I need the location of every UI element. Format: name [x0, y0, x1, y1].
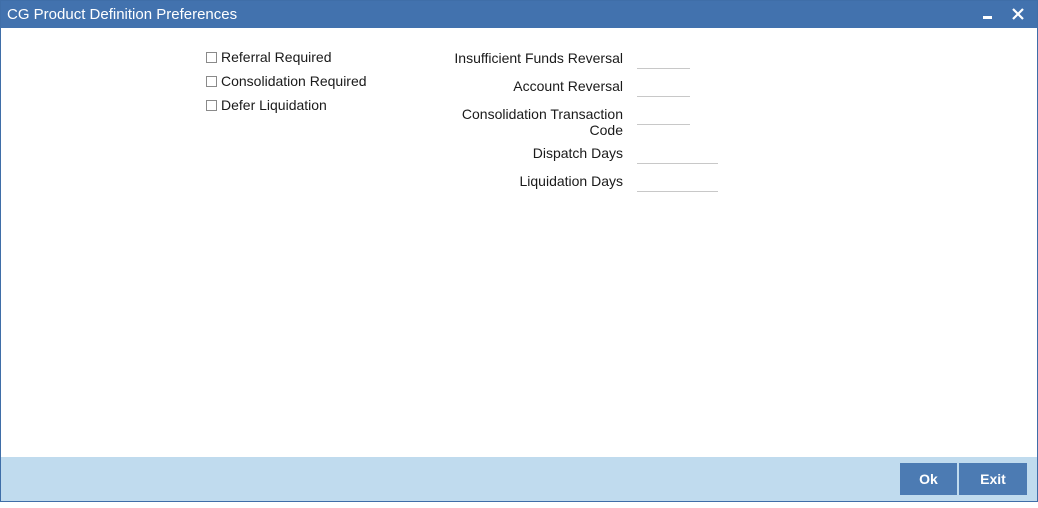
minimize-icon[interactable] — [977, 3, 999, 25]
close-icon[interactable] — [1007, 3, 1029, 25]
liquidation-days-input[interactable] — [637, 170, 718, 192]
referral-required-row: Referral Required — [206, 47, 332, 67]
consolidation-required-row: Consolidation Required — [206, 71, 367, 91]
defer-liquidation-row: Defer Liquidation — [206, 95, 327, 115]
dispatch-days-label: Dispatch Days — [532, 145, 623, 161]
consolidation-required-label: Consolidation Required — [221, 73, 367, 89]
consolidation-required-checkbox[interactable] — [206, 75, 217, 87]
consolidation-transaction-code-label: Consolidation Transaction Code — [462, 106, 623, 138]
consolidation-transaction-code-label-line1: Consolidation Transaction — [461, 106, 623, 122]
defer-liquidation-checkbox[interactable] — [206, 99, 217, 111]
referral-required-label: Referral Required — [221, 49, 332, 65]
ok-button[interactable]: Ok — [900, 463, 957, 495]
dialog-window: CG Product Definition Preferences Referr… — [0, 0, 1038, 502]
title-bar: CG Product Definition Preferences — [1, 1, 1037, 28]
defer-liquidation-label: Defer Liquidation — [221, 97, 327, 113]
referral-required-checkbox[interactable] — [206, 51, 217, 63]
dialog-footer: Ok Exit — [1, 457, 1037, 501]
insufficient-funds-reversal-input[interactable] — [637, 47, 690, 69]
dispatch-days-input[interactable] — [637, 142, 718, 164]
liquidation-days-label: Liquidation Days — [519, 173, 623, 189]
insufficient-funds-reversal-label: Insufficient Funds Reversal — [454, 50, 623, 66]
window-title: CG Product Definition Preferences — [7, 6, 238, 23]
exit-button[interactable]: Exit — [959, 463, 1027, 495]
consolidation-transaction-code-label-line2: Code — [589, 122, 623, 138]
consolidation-transaction-code-input[interactable] — [637, 103, 690, 125]
account-reversal-input[interactable] — [637, 75, 690, 97]
account-reversal-label: Account Reversal — [513, 78, 623, 94]
